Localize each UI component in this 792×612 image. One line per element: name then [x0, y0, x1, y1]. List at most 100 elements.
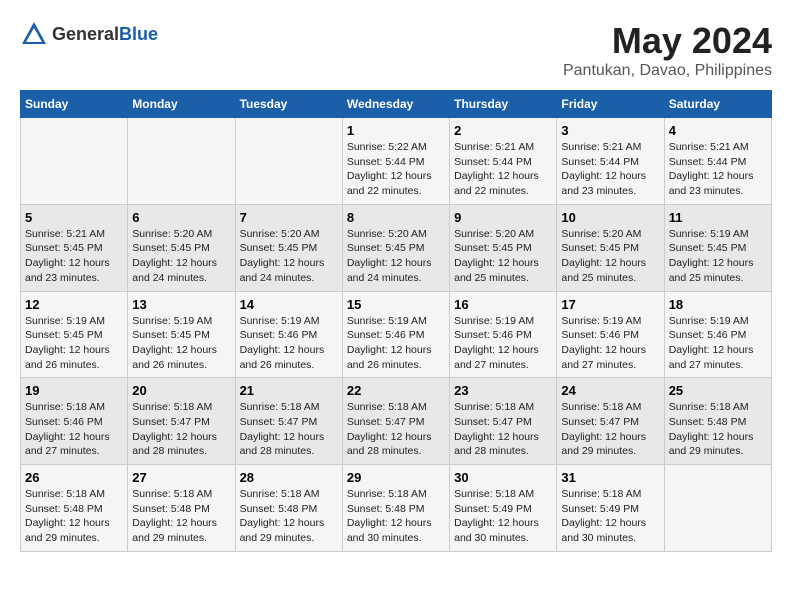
day-info: Sunrise: 5:18 AM Sunset: 5:47 PM Dayligh… — [561, 401, 646, 457]
day-number: 10 — [561, 210, 659, 225]
day-info: Sunrise: 5:22 AM Sunset: 5:44 PM Dayligh… — [347, 141, 432, 197]
day-number: 29 — [347, 470, 445, 485]
calendar-cell: 19Sunrise: 5:18 AM Sunset: 5:46 PM Dayli… — [21, 378, 128, 465]
calendar-cell: 30Sunrise: 5:18 AM Sunset: 5:49 PM Dayli… — [450, 465, 557, 552]
day-number: 24 — [561, 383, 659, 398]
calendar-cell: 11 Sunrise: 5:19 AM Sunset: 5:45 PM Dayli… — [664, 204, 771, 291]
calendar-cell: 26 Sunrise: 5:18 AM Sunset: 5:48 PM Dayli… — [21, 465, 128, 552]
day-number: 21 — [240, 383, 338, 398]
day-info: Sunrise: 5:19 AM Sunset: 5:45 PM Dayligh… — [25, 315, 110, 371]
calendar-cell: 25 Sunrise: 5:18 AM Sunset: 5:48 PM Dayli… — [664, 378, 771, 465]
calendar-cell — [21, 118, 128, 205]
day-info: Sunrise: 5:18 AM Sunset: 5:48 PM Dayligh… — [240, 488, 325, 544]
calendar-cell: 4 Sunrise: 5:21 AM Sunset: 5:44 PM Daylig… — [664, 118, 771, 205]
calendar-week-row: 12 Sunrise: 5:19 AM Sunset: 5:45 PM Dayli… — [21, 291, 772, 378]
day-number: 26 — [25, 470, 123, 485]
day-number: 8 — [347, 210, 445, 225]
day-info: Sunrise: 5:19 AM Sunset: 5:46 PM Dayligh… — [454, 315, 539, 371]
calendar-week-row: 19Sunrise: 5:18 AM Sunset: 5:46 PM Dayli… — [21, 378, 772, 465]
calendar-cell: 21 Sunrise: 5:18 AM Sunset: 5:47 PM Dayli… — [235, 378, 342, 465]
day-number: 27 — [132, 470, 230, 485]
logo-text-blue: Blue — [119, 24, 158, 44]
day-number: 20 — [132, 383, 230, 398]
calendar-cell: 20Sunrise: 5:18 AM Sunset: 5:47 PM Dayli… — [128, 378, 235, 465]
calendar-cell: 17Sunrise: 5:19 AM Sunset: 5:46 PM Dayli… — [557, 291, 664, 378]
day-number: 11 — [669, 210, 767, 225]
day-number: 16 — [454, 297, 552, 312]
day-info: Sunrise: 5:18 AM Sunset: 5:47 PM Dayligh… — [454, 401, 539, 457]
day-info: Sunrise: 5:18 AM Sunset: 5:48 PM Dayligh… — [669, 401, 754, 457]
calendar-week-row: 5 Sunrise: 5:21 AM Sunset: 5:45 PM Daylig… — [21, 204, 772, 291]
page-header: GeneralBlue May 2024 Pantukan, Davao, Ph… — [20, 20, 772, 80]
day-info: Sunrise: 5:18 AM Sunset: 5:47 PM Dayligh… — [240, 401, 325, 457]
calendar-cell: 16 Sunrise: 5:19 AM Sunset: 5:46 PM Dayli… — [450, 291, 557, 378]
day-number: 12 — [25, 297, 123, 312]
logo-icon — [20, 20, 48, 48]
calendar-cell: 29 Sunrise: 5:18 AM Sunset: 5:48 PM Dayli… — [342, 465, 449, 552]
calendar-cell: 28Sunrise: 5:18 AM Sunset: 5:48 PM Dayli… — [235, 465, 342, 552]
day-info: Sunrise: 5:21 AM Sunset: 5:44 PM Dayligh… — [561, 141, 646, 197]
calendar-cell: 5 Sunrise: 5:21 AM Sunset: 5:45 PM Daylig… — [21, 204, 128, 291]
day-info: Sunrise: 5:20 AM Sunset: 5:45 PM Dayligh… — [454, 228, 539, 284]
day-number: 6 — [132, 210, 230, 225]
calendar-week-row: 26 Sunrise: 5:18 AM Sunset: 5:48 PM Dayli… — [21, 465, 772, 552]
day-number: 9 — [454, 210, 552, 225]
day-info: Sunrise: 5:19 AM Sunset: 5:45 PM Dayligh… — [132, 315, 217, 371]
title-area: May 2024 Pantukan, Davao, Philippines — [563, 20, 772, 80]
calendar-cell: 15 Sunrise: 5:19 AM Sunset: 5:46 PM Dayli… — [342, 291, 449, 378]
header-day-monday: Monday — [128, 91, 235, 118]
header-day-saturday: Saturday — [664, 91, 771, 118]
day-number: 2 — [454, 123, 552, 138]
day-number: 18 — [669, 297, 767, 312]
day-info: Sunrise: 5:19 AM Sunset: 5:46 PM Dayligh… — [347, 315, 432, 371]
day-number: 4 — [669, 123, 767, 138]
header-day-sunday: Sunday — [21, 91, 128, 118]
calendar-cell: 14 Sunrise: 5:19 AM Sunset: 5:46 PM Dayli… — [235, 291, 342, 378]
header-day-friday: Friday — [557, 91, 664, 118]
calendar-header-row: SundayMondayTuesdayWednesdayThursdayFrid… — [21, 91, 772, 118]
logo: GeneralBlue — [20, 20, 158, 48]
calendar-cell: 1 Sunrise: 5:22 AM Sunset: 5:44 PM Daylig… — [342, 118, 449, 205]
calendar-cell: 8 Sunrise: 5:20 AM Sunset: 5:45 PM Daylig… — [342, 204, 449, 291]
calendar-cell — [664, 465, 771, 552]
calendar-cell: 2Sunrise: 5:21 AM Sunset: 5:44 PM Daylig… — [450, 118, 557, 205]
day-number: 17 — [561, 297, 659, 312]
day-info: Sunrise: 5:21 AM Sunset: 5:45 PM Dayligh… — [25, 228, 110, 284]
calendar-cell: 23 Sunrise: 5:18 AM Sunset: 5:47 PM Dayli… — [450, 378, 557, 465]
day-number: 25 — [669, 383, 767, 398]
calendar-cell: 31Sunrise: 5:18 AM Sunset: 5:49 PM Dayli… — [557, 465, 664, 552]
day-number: 31 — [561, 470, 659, 485]
day-number: 3 — [561, 123, 659, 138]
header-day-thursday: Thursday — [450, 91, 557, 118]
day-number: 7 — [240, 210, 338, 225]
day-number: 15 — [347, 297, 445, 312]
day-info: Sunrise: 5:20 AM Sunset: 5:45 PM Dayligh… — [240, 228, 325, 284]
day-number: 22 — [347, 383, 445, 398]
header-day-wednesday: Wednesday — [342, 91, 449, 118]
day-info: Sunrise: 5:18 AM Sunset: 5:48 PM Dayligh… — [347, 488, 432, 544]
day-info: Sunrise: 5:18 AM Sunset: 5:48 PM Dayligh… — [132, 488, 217, 544]
day-number: 23 — [454, 383, 552, 398]
calendar-cell: 9 Sunrise: 5:20 AM Sunset: 5:45 PM Daylig… — [450, 204, 557, 291]
calendar-cell: 27 Sunrise: 5:18 AM Sunset: 5:48 PM Dayli… — [128, 465, 235, 552]
day-info: Sunrise: 5:19 AM Sunset: 5:46 PM Dayligh… — [240, 315, 325, 371]
day-number: 1 — [347, 123, 445, 138]
day-info: Sunrise: 5:21 AM Sunset: 5:44 PM Dayligh… — [669, 141, 754, 197]
day-info: Sunrise: 5:18 AM Sunset: 5:47 PM Dayligh… — [347, 401, 432, 457]
page-subtitle: Pantukan, Davao, Philippines — [563, 62, 772, 80]
day-number: 5 — [25, 210, 123, 225]
calendar-week-row: 1 Sunrise: 5:22 AM Sunset: 5:44 PM Daylig… — [21, 118, 772, 205]
header-day-tuesday: Tuesday — [235, 91, 342, 118]
calendar-cell — [235, 118, 342, 205]
day-info: Sunrise: 5:18 AM Sunset: 5:48 PM Dayligh… — [25, 488, 110, 544]
day-number: 13 — [132, 297, 230, 312]
day-info: Sunrise: 5:19 AM Sunset: 5:45 PM Dayligh… — [669, 228, 754, 284]
calendar-cell: 18Sunrise: 5:19 AM Sunset: 5:46 PM Dayli… — [664, 291, 771, 378]
calendar-cell: 12 Sunrise: 5:19 AM Sunset: 5:45 PM Dayli… — [21, 291, 128, 378]
day-number: 19 — [25, 383, 123, 398]
calendar-table: SundayMondayTuesdayWednesdayThursdayFrid… — [20, 90, 772, 552]
day-number: 14 — [240, 297, 338, 312]
day-info: Sunrise: 5:20 AM Sunset: 5:45 PM Dayligh… — [347, 228, 432, 284]
calendar-cell: 10Sunrise: 5:20 AM Sunset: 5:45 PM Dayli… — [557, 204, 664, 291]
calendar-cell: 22 Sunrise: 5:18 AM Sunset: 5:47 PM Dayli… — [342, 378, 449, 465]
